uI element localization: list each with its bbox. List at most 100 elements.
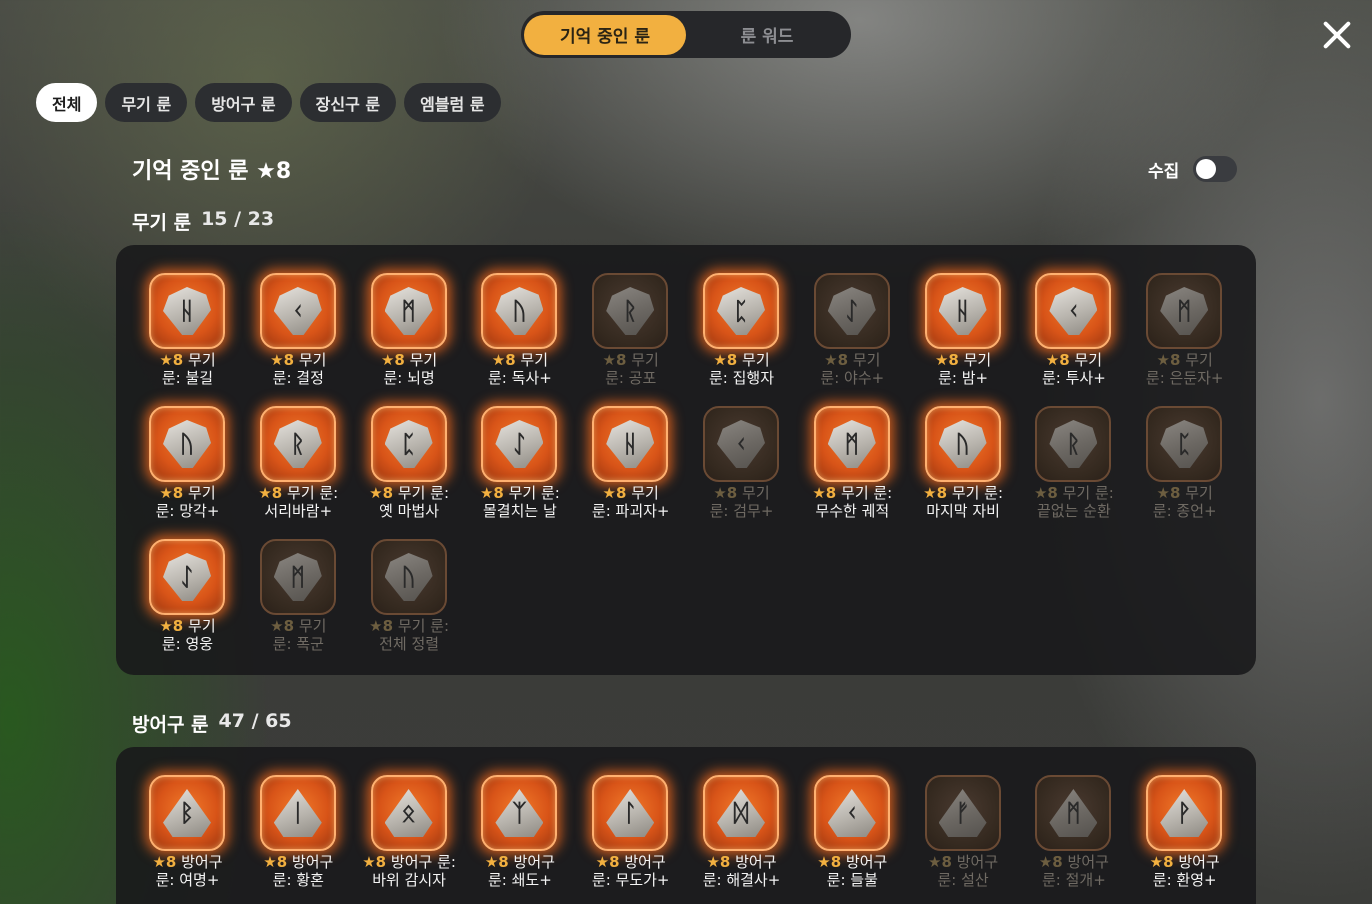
rune-slot[interactable]: ᛟ ★8 방어구 룬: 바위 감시자 bbox=[354, 775, 465, 895]
rune-slot[interactable]: ᚺ ★8 무기 룬: 파괴자+ bbox=[575, 406, 686, 526]
rune-slot[interactable]: ᛈ ★8 무기 룬: 집행자 bbox=[686, 273, 797, 393]
rune-type: 무기 bbox=[409, 351, 438, 369]
rune-slot[interactable]: ᛁ ★8 방어구 룬: 황혼 bbox=[243, 775, 354, 895]
rune-stone-icon: ᚢ bbox=[384, 553, 433, 601]
rune-slot[interactable]: ᛒ ★8 방어구 룬: 여명+ bbox=[132, 775, 243, 895]
rune-label: ★8 방어구 룬: 여명+ bbox=[132, 853, 243, 889]
rune-frame: ᚱ bbox=[1035, 406, 1112, 482]
filter-accessory[interactable]: 장신구 룬 bbox=[299, 83, 397, 122]
rune-slot[interactable]: ᚹ ★8 방어구 룬: 환영+ bbox=[1129, 775, 1240, 895]
rune-name: 룬: 폭군 bbox=[272, 635, 324, 653]
close-icon[interactable] bbox=[1318, 16, 1356, 54]
rune-slot[interactable]: ᚺ ★8 무기 룬: 밤+ bbox=[908, 273, 1019, 393]
rune-slot[interactable]: ᛈ ★8 무기 룬: 종언+ bbox=[1129, 406, 1240, 526]
rune-label: ★8 무기 룬: 망각+ bbox=[132, 484, 243, 520]
rune-slot[interactable]: ᛗ ★8 무기 룬: 뇌명 bbox=[354, 273, 465, 393]
rune-type: 무기 bbox=[298, 351, 327, 369]
rune-slot[interactable]: ᛗ ★8 무기 룬: 무수한 궤적 bbox=[797, 406, 908, 526]
rune-name: 룬: 결정 bbox=[272, 369, 324, 387]
rune-frame: ᛞ bbox=[703, 775, 779, 851]
rune-slot[interactable]: ᚺ ★8 무기 룬: 불길 bbox=[132, 273, 243, 393]
rune-grade: ★8 bbox=[1156, 484, 1181, 502]
rune-grade: ★8 bbox=[1149, 853, 1174, 871]
rune-type: 무기 bbox=[742, 351, 770, 369]
rune-grade: ★8 bbox=[934, 351, 959, 369]
tab-rune-words[interactable]: 룬 워드 bbox=[686, 15, 848, 55]
section-name: 무기 룬 bbox=[132, 212, 192, 234]
filter-emblem[interactable]: 엠블럼 룬 bbox=[404, 83, 501, 122]
rune-frame: ᚲ bbox=[813, 775, 890, 851]
rune-label: ★8 방어구 룬: 들불 bbox=[797, 853, 908, 889]
rune-label: ★8 무기 룬: 종언+ bbox=[1129, 484, 1240, 520]
rune-type: 무기 bbox=[631, 351, 659, 369]
rune-frame: ᛈ bbox=[703, 273, 779, 349]
rune-name: 룬: 독사+ bbox=[487, 369, 552, 387]
rune-slot[interactable]: ᚲ ★8 무기 룬: 검무+ bbox=[686, 406, 797, 526]
rune-grade: ★8 bbox=[713, 351, 738, 369]
rune-slot[interactable]: ᚢ ★8 무기 룬: 마지막 자비 bbox=[908, 406, 1019, 526]
rune-slot[interactable]: ᛈ ★8 무기 룬: 옛 마법사 bbox=[354, 406, 465, 526]
rune-slot[interactable]: ᚠ ★8 방어구 룬: 설산 bbox=[908, 775, 1019, 895]
rune-type: 무기 룬: bbox=[397, 617, 450, 635]
rune-slot[interactable]: ᛚ ★8 방어구 룬: 무도가+ bbox=[575, 775, 686, 895]
rune-type: 무기 룬: bbox=[397, 484, 450, 502]
rune-type: 방어구 bbox=[845, 853, 888, 871]
rune-stone-icon: ᛗ bbox=[827, 420, 876, 468]
rune-frame: ᛇ bbox=[149, 539, 225, 615]
tab-memorized-runes[interactable]: 기억 중인 룬 bbox=[524, 14, 686, 55]
rune-label: ★8 무기 룬: 몰결치는 날 bbox=[464, 484, 575, 520]
rune-label: ★8 방어구 룬: 설산 bbox=[908, 853, 1019, 889]
collect-label: 수집 bbox=[1148, 161, 1180, 182]
rune-stone-icon: ᚲ bbox=[273, 287, 322, 335]
rune-name: 무수한 궤적 bbox=[815, 502, 890, 520]
rune-type: 무기 bbox=[188, 617, 216, 635]
rune-stone-icon: ᛗ bbox=[1160, 287, 1209, 335]
rune-slot[interactable]: ᛞ ★8 방어구 룬: 해결사+ bbox=[686, 775, 797, 895]
rune-name: 전체 정렬 bbox=[379, 635, 440, 653]
rune-stone-icon: ᚢ bbox=[938, 420, 987, 468]
collect-toggle[interactable] bbox=[1193, 156, 1238, 182]
rune-slot[interactable]: ᛉ ★8 방어구 룬: 쇄도+ bbox=[464, 775, 575, 895]
rune-slot[interactable]: ᚱ ★8 무기 룬: 서리바람+ bbox=[243, 406, 354, 526]
rune-name: 룬: 해결사+ bbox=[702, 871, 781, 889]
rune-type: 무기 룬: bbox=[841, 484, 893, 502]
filter-armor[interactable]: 방어구 룬 bbox=[195, 83, 292, 122]
rune-stone-icon: ᛈ bbox=[384, 420, 433, 468]
rune-slot[interactable]: ᚲ ★8 방어구 룬: 들불 bbox=[797, 775, 908, 895]
filter-all[interactable]: 전체 bbox=[36, 83, 98, 122]
rune-type: 무기 bbox=[852, 351, 881, 369]
rune-grade: ★8 bbox=[706, 853, 731, 871]
rune-stone-icon: ᚱ bbox=[606, 287, 655, 335]
rune-stone-icon: ᚲ bbox=[1049, 287, 1098, 335]
rune-slot[interactable]: ᚲ ★8 무기 룬: 결정 bbox=[243, 273, 354, 393]
rune-grade: ★8 bbox=[484, 853, 509, 871]
rune-slot[interactable]: ᛗ ★8 방어구 룬: 절개+ bbox=[1018, 775, 1129, 895]
rune-stone-icon: ᛁ bbox=[273, 789, 322, 837]
rune-grade: ★8 bbox=[923, 484, 948, 502]
rune-stone-icon: ᛇ bbox=[495, 420, 544, 468]
rune-name: 룬: 투사+ bbox=[1041, 369, 1106, 387]
rune-slot[interactable]: ᚢ ★8 무기 룬: 전체 정렬 bbox=[354, 539, 465, 659]
rune-label: ★8 무기 룬: 집행자 bbox=[686, 351, 797, 387]
rune-type: 무기 bbox=[1185, 484, 1213, 502]
rune-frame: ᚺ bbox=[149, 273, 225, 349]
rune-stone-icon: ᚺ bbox=[163, 287, 211, 335]
rune-grade: ★8 bbox=[270, 351, 295, 369]
rune-slot[interactable]: ᛇ ★8 무기 룬: 야수+ bbox=[797, 273, 908, 393]
rune-slot[interactable]: ᛇ ★8 무기 룬: 영웅 bbox=[132, 539, 243, 659]
rune-slot[interactable]: ᚱ ★8 무기 룬: 공포 bbox=[575, 273, 686, 393]
rune-label: ★8 무기 룬: 결정 bbox=[243, 351, 354, 387]
filter-weapon[interactable]: 무기 룬 bbox=[105, 83, 188, 122]
rune-label: ★8 무기 룬: 파괴자+ bbox=[575, 484, 686, 520]
rune-name: 마지막 자비 bbox=[926, 502, 1000, 520]
rune-slot[interactable]: ᛇ ★8 무기 룬: 몰결치는 날 bbox=[464, 406, 575, 526]
armor-section-title: 방어구 룬 47 / 65 bbox=[132, 710, 292, 737]
rune-slot[interactable]: ᚱ ★8 무기 룬: 끝없는 순환 bbox=[1018, 406, 1129, 526]
rune-slot[interactable]: ᛗ ★8 무기 룬: 은둔자+ bbox=[1129, 273, 1240, 393]
rune-slot[interactable]: ᚢ ★8 무기 룬: 망각+ bbox=[132, 406, 243, 526]
rune-slot[interactable]: ᚢ ★8 무기 룬: 독사+ bbox=[464, 273, 575, 393]
rune-slot[interactable]: ᚲ ★8 무기 룬: 투사+ bbox=[1018, 273, 1129, 393]
rune-stone-icon: ᚱ bbox=[1049, 420, 1098, 468]
rune-type: 방어구 bbox=[513, 853, 555, 871]
rune-slot[interactable]: ᛗ ★8 무기 룬: 폭군 bbox=[243, 539, 354, 659]
